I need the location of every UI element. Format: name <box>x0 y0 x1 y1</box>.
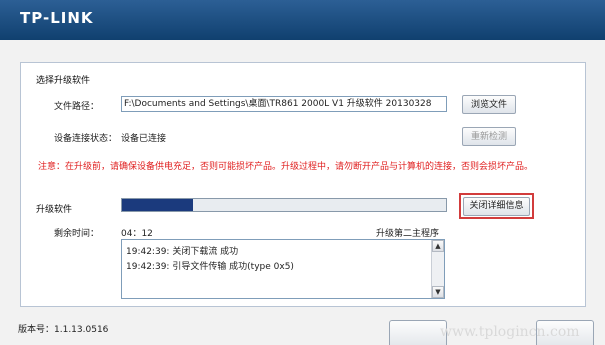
progress-fill <box>122 199 194 211</box>
file-path-label: 文件路径： <box>54 102 100 112</box>
bottom-button-left[interactable] <box>389 320 447 345</box>
app-header: TP-LINK <box>0 0 605 40</box>
log-scrollbar[interactable]: ▲ ▼ <box>431 240 444 298</box>
warning-text: 注意：在升级前，请确保设备供电充足，否则可能损坏产品。升级过程中，请勿断开产品与… <box>38 162 534 172</box>
close-details-button[interactable]: 关闭详细信息 <box>463 197 530 216</box>
log-box[interactable]: 19:42:39: 关闭下载流 成功 19:42:39: 引导文件传输 成功(t… <box>121 239 445 299</box>
version-text: 版本号：1.1.13.0516 <box>18 325 109 335</box>
scroll-down-icon[interactable]: ▼ <box>432 286 444 298</box>
remaining-time-label: 剩余时间： <box>54 229 100 239</box>
conn-status-value: 设备已连接 <box>121 134 167 144</box>
browse-file-button[interactable]: 浏览文件 <box>462 95 516 114</box>
progress-bar <box>121 198 447 212</box>
redetect-button[interactable]: 重新检测 <box>462 127 516 146</box>
log-line: 19:42:39: 引导文件传输 成功(type 0x5) <box>126 262 294 272</box>
tp-link-logo: TP-LINK <box>20 9 94 27</box>
conn-status-label: 设备连接状态： <box>54 134 118 144</box>
log-line: 19:42:39: 关闭下载流 成功 <box>126 247 239 257</box>
watermark-text: www.tplogincn.com <box>440 324 580 340</box>
stage-text: 升级第二主程序 <box>376 229 440 239</box>
scroll-up-icon[interactable]: ▲ <box>432 240 444 252</box>
remaining-time-value: 04：12 <box>121 229 153 239</box>
progress-title: 升级软件 <box>36 205 73 215</box>
section-title: 选择升级软件 <box>36 76 91 86</box>
file-path-input[interactable]: F:\Documents and Settings\桌面\TR861 2000L… <box>121 96 447 112</box>
